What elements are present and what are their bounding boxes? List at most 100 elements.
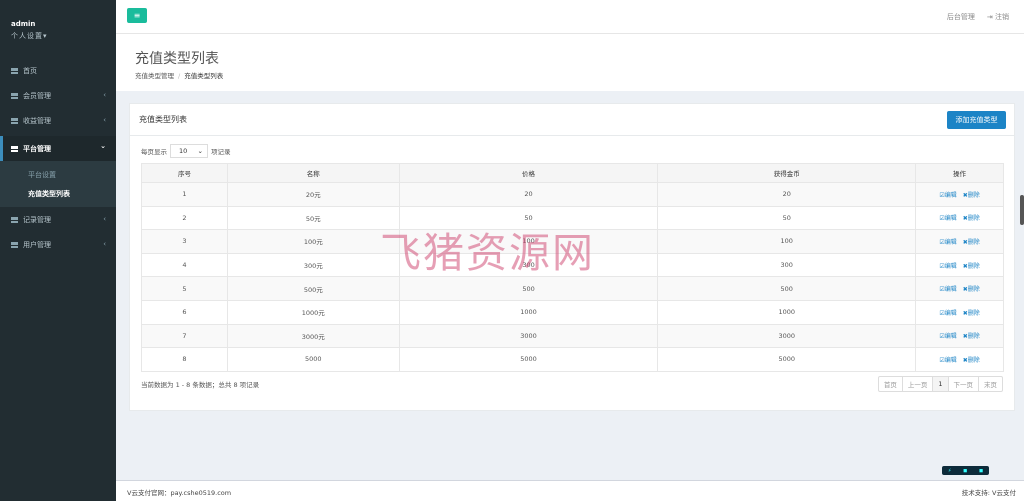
edit-button[interactable]: ☑编辑	[939, 331, 956, 340]
pager-first[interactable]: 首页	[879, 377, 902, 391]
delete-button[interactable]: ✖删除	[963, 331, 980, 340]
delete-button[interactable]: ✖删除	[963, 213, 980, 222]
delete-button[interactable]: ✖删除	[963, 190, 980, 199]
cell-actions: ☑编辑 ✖删除	[915, 182, 1004, 207]
add-recharge-type-button[interactable]: 添加充值类型	[947, 111, 1006, 129]
cell-id: 6	[141, 299, 228, 325]
cell-name: 300元	[226, 252, 400, 278]
cell-id: 7	[141, 323, 228, 349]
sidebar-item-platform[interactable]: 平台管理 ⌄	[0, 136, 116, 161]
pager-next[interactable]: 下一页	[947, 377, 979, 391]
page-title: 充值类型列表	[135, 51, 219, 67]
column-header[interactable]: 名称	[226, 163, 400, 183]
cell-name: 50元	[226, 205, 400, 231]
sidebar-item-records[interactable]: 记录管理 ‹	[0, 207, 116, 232]
edit-button[interactable]: ☑编辑	[939, 308, 956, 317]
breadcrumb-item[interactable]: 充值类型管理	[135, 72, 174, 80]
edit-button[interactable]: ☑编辑	[939, 261, 956, 270]
cell-price: 300	[398, 252, 659, 278]
edit-button[interactable]: ☑编辑	[939, 237, 956, 246]
cell-price: 20	[398, 182, 659, 207]
sidebar-item-home[interactable]: 首页	[0, 58, 116, 83]
cell-actions: ☑编辑 ✖删除	[915, 323, 1004, 349]
footer: V云支付官网：pay.cshe0519.com 技术支持: V云支付	[116, 480, 1024, 501]
logout-link[interactable]: ⇥ 注销	[987, 12, 1009, 22]
pager-page-1[interactable]: 1	[932, 377, 948, 391]
cell-id: 1	[141, 182, 228, 207]
footer-support: 技术支持: V云支付	[961, 489, 1016, 497]
chevron-down-icon: ⌄	[197, 147, 203, 155]
cell-id: 3	[141, 229, 228, 254]
cell-name: 1000元	[226, 299, 400, 325]
sidebar-subitem-platform-settings[interactable]: 平台设置	[0, 165, 116, 184]
platform-submenu: 平台设置 充值类型列表	[0, 161, 116, 207]
breadcrumb-current: 充值类型列表	[184, 72, 224, 80]
cell-actions: ☑编辑 ✖删除	[915, 299, 1004, 325]
sidebar-item-label: 收益管理	[23, 116, 51, 125]
edit-button[interactable]: ☑编辑	[939, 355, 956, 364]
cell-price: 5000	[398, 347, 659, 372]
page-scrollbar[interactable]	[1020, 195, 1024, 225]
pager-prev[interactable]: 上一页	[901, 377, 933, 391]
delete-button[interactable]: ✖删除	[963, 308, 980, 317]
sidebar-subitem-recharge-types[interactable]: 充值类型列表	[0, 184, 116, 203]
cell-price: 500	[398, 276, 659, 301]
table-header-row: 序号 名称 价格 获得金币 操作	[141, 163, 1004, 183]
column-header: 操作	[915, 163, 1004, 183]
sidebar: admin 个人设置▾ 首页 会员管理 ‹ 收益管理 ‹ 平台管理 ⌄ 平台设置…	[0, 0, 116, 501]
cell-coins: 5000	[657, 347, 917, 372]
delete-button[interactable]: ✖删除	[963, 237, 980, 246]
row-actions: ☑编辑 ✖删除	[916, 284, 1003, 293]
sidebar-item-earnings[interactable]: 收益管理 ‹	[0, 108, 116, 133]
delete-button[interactable]: ✖删除	[963, 284, 980, 293]
page-length-control: 每页显示 10 ⌄ 项记录	[141, 144, 231, 158]
cell-price: 3000	[398, 323, 659, 349]
cell-id: 2	[141, 205, 228, 231]
table-body: 1 20元 20 20 ☑编辑 ✖删除 2 50元 50 50 ☑编辑 ✖删除 3 100元 100 100 ☑…	[141, 182, 1004, 372]
list-icon	[11, 117, 18, 124]
content-panel: 充值类型列表 添加充值类型 每页显示 10 ⌄ 项记录 序号 名称 价格 获得金…	[129, 103, 1015, 411]
column-header[interactable]: 序号	[141, 163, 228, 183]
breadcrumb-separator: /	[178, 72, 181, 80]
sidebar-item-users[interactable]: 用户管理 ‹	[0, 232, 116, 257]
pagination: 首页 上一页 1 下一页 末页	[877, 376, 1003, 392]
cell-actions: ☑编辑 ✖删除	[915, 252, 1004, 278]
delete-button[interactable]: ✖删除	[963, 355, 980, 364]
cell-actions: ☑编辑 ✖删除	[915, 347, 1004, 372]
header-actions: 后台管理 ⇥ 注销	[947, 12, 1009, 22]
edit-button[interactable]: ☑编辑	[939, 284, 956, 293]
breadcrumb: 充值类型管理 / 充值类型列表	[135, 70, 223, 80]
column-header[interactable]: 价格	[398, 163, 659, 183]
sidebar-toggle-button[interactable]: ≡	[127, 8, 147, 23]
sidebar-item-members[interactable]: 会员管理 ‹	[0, 83, 116, 108]
cell-coins: 500	[657, 276, 917, 301]
cell-actions: ☑编辑 ✖删除	[915, 205, 1004, 231]
backend-link[interactable]: 后台管理	[947, 12, 975, 22]
edit-button[interactable]: ☑编辑	[939, 190, 956, 199]
list-icon	[11, 145, 18, 152]
column-header[interactable]: 获得金币	[657, 163, 917, 183]
cell-actions: ☑编辑 ✖删除	[915, 276, 1004, 301]
row-actions: ☑编辑 ✖删除	[916, 331, 1003, 340]
row-actions: ☑编辑 ✖删除	[916, 308, 1003, 317]
edit-button[interactable]: ☑编辑	[939, 213, 956, 222]
cell-coins: 50	[657, 205, 917, 231]
cell-id: 4	[141, 252, 228, 278]
delete-button[interactable]: ✖删除	[963, 261, 980, 270]
status-badge-icon: ⚡ ◼ ◼	[942, 466, 989, 475]
footer-official-site[interactable]: V云支付官网：pay.cshe0519.com	[127, 487, 231, 497]
chevron-left-icon: ‹	[103, 240, 106, 248]
sidebar-item-label: 平台管理	[23, 144, 51, 153]
page-length-select[interactable]: 10 ⌄	[170, 144, 208, 158]
chevron-left-icon: ‹	[103, 215, 106, 223]
pager-last[interactable]: 末页	[978, 377, 1002, 391]
page-header: 充值类型列表 充值类型管理 / 充值类型列表	[116, 33, 1024, 91]
cell-name: 500元	[226, 276, 400, 301]
table-row: 3 100元 100 100 ☑编辑 ✖删除	[141, 229, 1004, 254]
badge-glyph: ⚡	[947, 467, 952, 474]
list-icon	[11, 92, 18, 99]
sidebar-menu: 首页 会员管理 ‹ 收益管理 ‹ 平台管理 ⌄ 平台设置 充值类型列表 记录管理…	[0, 58, 116, 257]
user-settings-dropdown[interactable]: 个人设置▾	[11, 31, 116, 41]
row-actions: ☑编辑 ✖删除	[916, 213, 1003, 222]
sidebar-item-label: 首页	[23, 66, 37, 75]
